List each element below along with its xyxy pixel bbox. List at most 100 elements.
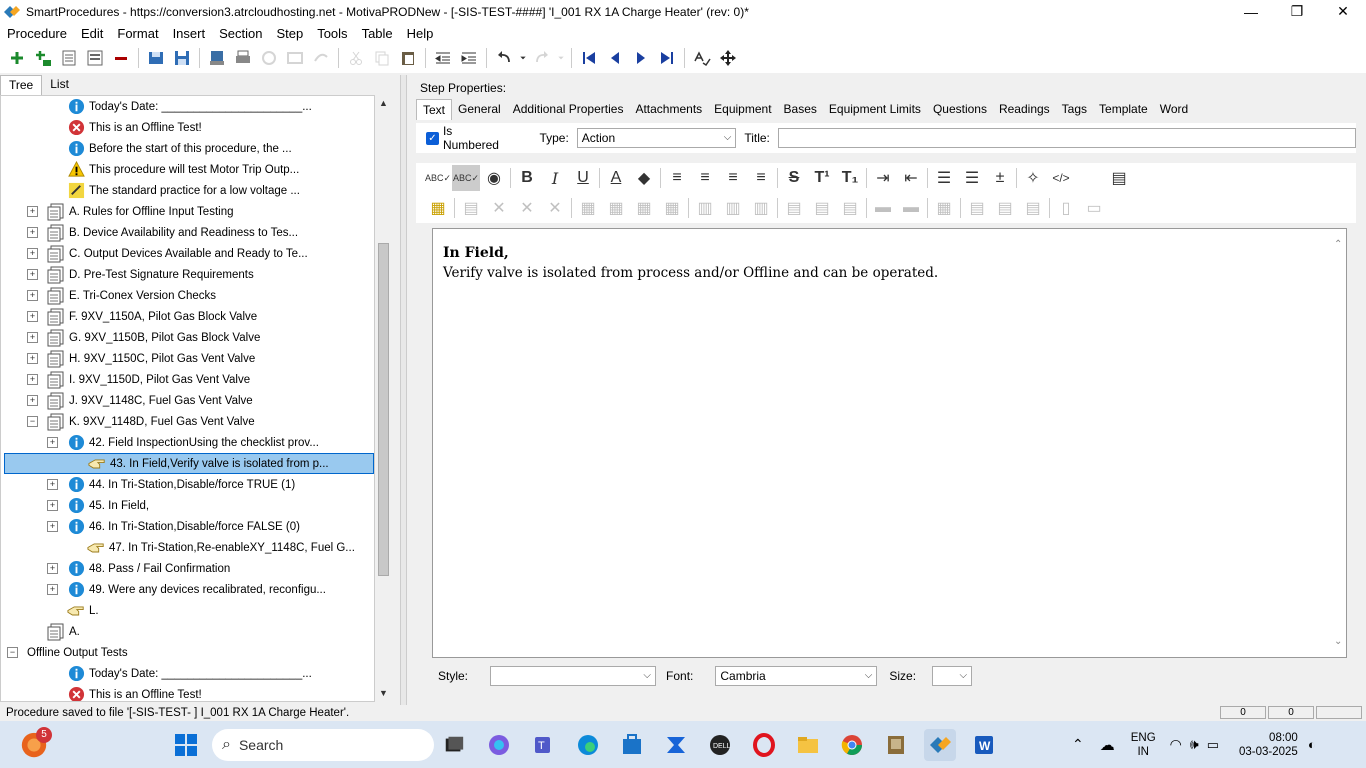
tab-attachments[interactable]: Attachments bbox=[629, 99, 708, 120]
teams-icon[interactable]: T bbox=[528, 729, 560, 761]
expand-icon[interactable]: + bbox=[47, 437, 58, 448]
tab-tree[interactable]: Tree bbox=[0, 75, 43, 95]
tree-item[interactable]: +42. Field InspectionUsing the checklist… bbox=[1, 432, 319, 453]
expand-icon[interactable]: + bbox=[27, 206, 38, 217]
close-button[interactable]: ✕ bbox=[1320, 0, 1366, 23]
copilot-icon[interactable] bbox=[483, 729, 515, 761]
opera-icon[interactable] bbox=[748, 729, 780, 761]
expand-icon[interactable]: + bbox=[27, 395, 38, 406]
move-icon[interactable] bbox=[715, 46, 741, 70]
expand-icon[interactable]: + bbox=[27, 269, 38, 280]
tab-text[interactable]: Text bbox=[416, 99, 453, 120]
menu-table[interactable]: Table bbox=[355, 26, 400, 41]
store-icon[interactable] bbox=[616, 729, 648, 761]
word-icon[interactable]: W bbox=[968, 729, 1000, 761]
menu-help[interactable]: Help bbox=[400, 26, 441, 41]
tab-questions[interactable]: Questions bbox=[927, 99, 993, 120]
menu-insert[interactable]: Insert bbox=[166, 26, 213, 41]
tree-item[interactable]: + C. Output Devices Available and Ready t… bbox=[1, 243, 308, 264]
wifi-icon[interactable]: ◠ bbox=[1170, 736, 1182, 753]
collapse-icon[interactable]: − bbox=[27, 416, 38, 427]
delete-col-icon[interactable]: ▥ bbox=[747, 195, 775, 221]
scroll-up-icon[interactable]: ▲ bbox=[379, 98, 388, 108]
cell-style-icon[interactable]: ▦ bbox=[658, 195, 686, 221]
tree-item[interactable]: + J. 9XV_1148C, Fuel Gas Vent Valve bbox=[1, 390, 253, 411]
copy-icon[interactable] bbox=[369, 46, 395, 70]
properties-icon[interactable] bbox=[82, 46, 108, 70]
editor-scrollbar[interactable]: ⌃ ⌄ bbox=[1332, 229, 1346, 657]
delete-row-icon[interactable]: ▤ bbox=[836, 195, 864, 221]
html-source-icon[interactable]: </> bbox=[1047, 165, 1075, 191]
tree-item[interactable]: +48. Pass / Fail Confirmation bbox=[1, 558, 230, 579]
menu-edit[interactable]: Edit bbox=[74, 26, 110, 41]
tab-bases[interactable]: Bases bbox=[778, 99, 823, 120]
cell-format-icon[interactable]: ▦ bbox=[630, 195, 658, 221]
insert-control-icon[interactable]: ▭ bbox=[1080, 195, 1108, 221]
font-color-icon[interactable]: A bbox=[602, 165, 630, 191]
bold-icon[interactable]: B bbox=[513, 165, 541, 191]
paste-icon[interactable] bbox=[395, 46, 421, 70]
expand-icon[interactable]: + bbox=[27, 311, 38, 322]
decrease-indent-icon[interactable]: ⇤ bbox=[897, 165, 925, 191]
undo-icon[interactable] bbox=[491, 46, 517, 70]
refresh-icon[interactable] bbox=[256, 46, 282, 70]
bullet-list-icon[interactable]: ☰ bbox=[930, 165, 958, 191]
expand-icon[interactable]: + bbox=[27, 248, 38, 259]
redo-icon[interactable] bbox=[529, 46, 555, 70]
expand-icon[interactable]: + bbox=[47, 500, 58, 511]
spellcheck-abc-icon[interactable]: ABC✓ bbox=[424, 165, 452, 191]
tab-word[interactable]: Word bbox=[1154, 99, 1194, 120]
export-icon[interactable] bbox=[204, 46, 230, 70]
volume-icon[interactable]: 🕪 bbox=[1190, 736, 1199, 753]
expand-icon[interactable]: + bbox=[47, 584, 58, 595]
tab-equipment-limits[interactable]: Equipment Limits bbox=[823, 99, 927, 120]
insert-table-icon[interactable]: ▦ bbox=[424, 195, 452, 221]
cell-props-icon[interactable]: ▦ bbox=[574, 195, 602, 221]
tree-item[interactable]: A. bbox=[1, 621, 80, 642]
expand-icon[interactable]: + bbox=[27, 353, 38, 364]
table-delete-row-icon[interactable]: ✕ bbox=[541, 195, 569, 221]
next-icon[interactable] bbox=[628, 46, 654, 70]
clock[interactable]: 08:00 03-03-2025 bbox=[1239, 731, 1298, 759]
tree-item[interactable]: − Offline Output Tests bbox=[1, 642, 128, 663]
smartprocedures-taskbar-icon[interactable] bbox=[924, 729, 956, 761]
tree-item[interactable]: +44. In Tri-Station,Disable/force TRUE (… bbox=[1, 474, 295, 495]
menu-format[interactable]: Format bbox=[110, 26, 165, 41]
notifications-icon[interactable]: ◐ bbox=[1308, 737, 1316, 752]
outdent-icon[interactable] bbox=[430, 46, 456, 70]
tray-chevron-up-icon[interactable]: ⌃ bbox=[1072, 736, 1084, 753]
start-icon[interactable] bbox=[170, 729, 202, 761]
tab-list[interactable]: List bbox=[42, 75, 77, 95]
font-select[interactable]: Cambria ⌵ bbox=[715, 666, 878, 686]
expand-icon[interactable]: + bbox=[47, 563, 58, 574]
tray-sync-icon[interactable]: ☁ bbox=[1100, 736, 1115, 754]
table-props-icon[interactable]: ▤ bbox=[457, 195, 485, 221]
taskbar-search[interactable]: ⌕ Search bbox=[212, 729, 434, 761]
increase-indent-icon[interactable]: ⇥ bbox=[869, 165, 897, 191]
expand-icon[interactable]: + bbox=[27, 332, 38, 343]
split-cells-icon[interactable]: ▬ bbox=[897, 195, 925, 221]
autocheck-abc-icon[interactable]: ABC✓ bbox=[452, 165, 480, 191]
size-select[interactable]: ⌵ bbox=[932, 666, 973, 686]
tab-tags[interactable]: Tags bbox=[1056, 99, 1093, 120]
type-select[interactable]: Action ⌵ bbox=[576, 128, 737, 148]
tree-item[interactable]: + I. 9XV_1150D, Pilot Gas Vent Valve bbox=[1, 369, 250, 390]
tree-item[interactable]: + G. 9XV_1150B, Pilot Gas Block Valve bbox=[1, 327, 260, 348]
insert-field-icon[interactable]: ▯ bbox=[1052, 195, 1080, 221]
print-icon[interactable] bbox=[230, 46, 256, 70]
redo-arrow-icon[interactable] bbox=[308, 46, 334, 70]
menu-procedure[interactable]: Procedure bbox=[0, 26, 74, 41]
insert-line-icon[interactable]: ± bbox=[986, 165, 1014, 191]
add-child-icon[interactable] bbox=[30, 46, 56, 70]
step-text-editor[interactable]: In Field, Verify valve is isolated from … bbox=[432, 228, 1347, 658]
expand-icon[interactable]: + bbox=[27, 290, 38, 301]
tree-item[interactable]: The standard practice for a low voltage … bbox=[1, 180, 300, 201]
table-delete-col-icon[interactable]: ✕ bbox=[513, 195, 541, 221]
indent-icon[interactable] bbox=[456, 46, 482, 70]
align-center-icon[interactable]: ≡ bbox=[691, 165, 719, 191]
dell-icon[interactable]: DELL bbox=[704, 729, 736, 761]
insert-col-right-icon[interactable]: ▥ bbox=[719, 195, 747, 221]
title-input[interactable] bbox=[777, 128, 1357, 148]
tree-item[interactable]: This is an Offline Test! bbox=[1, 117, 202, 138]
tree-item[interactable]: + F. 9XV_1150A, Pilot Gas Block Valve bbox=[1, 306, 257, 327]
